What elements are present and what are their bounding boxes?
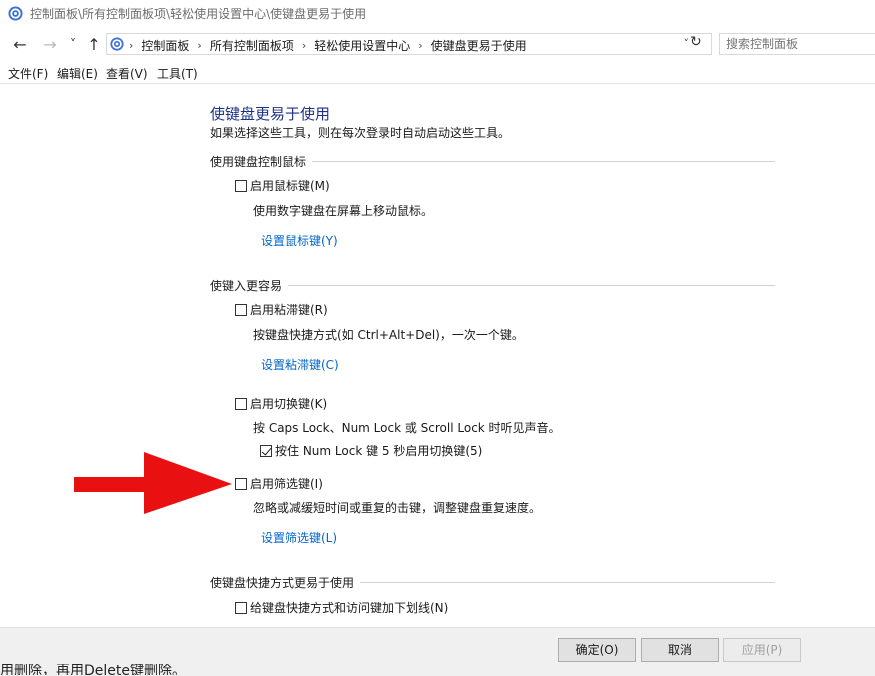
togglekeys-description: 按 Caps Lock、Num Lock 或 Scroll Lock 时听见声音… — [253, 421, 561, 435]
control-panel-icon — [110, 37, 124, 51]
red-arrow-icon — [74, 452, 232, 514]
left-window-edge — [0, 83, 2, 627]
menu-view[interactable]: 查看(V) — [106, 65, 148, 82]
menu-bar: 文件(F) 编辑(E) 查看(V) 工具(T) — [0, 63, 875, 84]
underline-shortcuts-label[interactable]: 给键盘快捷方式和访问键加下划线(N) — [250, 599, 448, 616]
address-dropdown-chevron-icon[interactable]: ˅ — [684, 37, 690, 50]
menu-edit[interactable]: 编辑(E) — [57, 65, 98, 82]
breadcrumb-ease-of-access[interactable]: 轻松使用设置中心 — [314, 37, 410, 54]
filterkeys-label[interactable]: 启用筛选键(I) — [250, 475, 323, 492]
numlock-togglekeys-label[interactable]: 按住 Num Lock 键 5 秒启用切换键(5) — [275, 442, 482, 459]
filterkeys-description: 忽略或减缓短时间或重复的击键，调整键盘重复速度。 — [253, 501, 542, 515]
cancel-button[interactable]: 取消 — [641, 638, 719, 662]
section-heading-mouse: 使用键盘控制鼠标 — [210, 153, 775, 169]
breadcrumb-keyboard[interactable]: 使键盘更易于使用 — [431, 37, 527, 54]
address-bar[interactable]: › 控制面板 › 所有控制面板项 › 轻松使用设置中心 › 使键盘更易于使用 ˅ — [106, 33, 712, 55]
search-input[interactable] — [726, 35, 866, 53]
mousekeys-description: 使用数字键盘在屏幕上移动鼠标。 — [253, 204, 434, 218]
numlock-togglekeys-checkbox[interactable] — [260, 444, 272, 457]
underline-shortcuts-checkbox[interactable] — [235, 601, 247, 614]
divider — [312, 160, 775, 162]
page-title: 使键盘更易于使用 — [210, 105, 331, 123]
togglekeys-checkbox[interactable] — [235, 397, 247, 410]
chevron-right-icon[interactable]: › — [418, 39, 422, 52]
stickykeys-option[interactable]: 启用粘滞键(R) — [235, 301, 328, 318]
mousekeys-checkbox[interactable] — [235, 179, 247, 192]
breadcrumb-control-panel[interactable]: 控制面板 — [141, 37, 189, 54]
divider — [288, 284, 775, 286]
chevron-right-icon[interactable]: › — [197, 39, 201, 52]
togglekeys-option[interactable]: 启用切换键(K) — [235, 395, 327, 412]
ok-button[interactable]: 确定(O) — [558, 638, 636, 662]
section-heading-text: 使用键盘控制鼠标 — [210, 154, 307, 169]
up-arrow-icon[interactable]: ↑ — [85, 34, 103, 54]
setup-stickykeys-link[interactable]: 设置粘滞键(C) — [261, 356, 339, 373]
stickykeys-label[interactable]: 启用粘滞键(R) — [250, 301, 328, 318]
filterkeys-option[interactable]: 启用筛选键(I) — [235, 475, 323, 492]
section-heading-shortcuts: 使键盘快捷方式更易于使用 — [210, 574, 775, 590]
control-panel-icon — [8, 6, 23, 21]
menu-file[interactable]: 文件(F) — [8, 65, 48, 82]
mousekeys-option[interactable]: 启用鼠标键(M) — [235, 177, 330, 194]
chevron-right-icon[interactable]: › — [302, 39, 306, 52]
setup-mousekeys-link[interactable]: 设置鼠标键(Y) — [261, 232, 338, 249]
breadcrumb-all-items[interactable]: 所有控制面板项 — [210, 37, 294, 54]
divider — [360, 581, 775, 583]
window-title: 控制面板\所有控制面板项\轻松使用设置中心\使键盘更易于使用 — [30, 7, 367, 21]
section-heading-text: 使键入更容易 — [210, 278, 283, 293]
apply-button[interactable]: 应用(P) — [723, 638, 801, 662]
breadcrumb: › 控制面板 › 所有控制面板项 › 轻松使用设置中心 › 使键盘更易于使用 — [129, 37, 527, 54]
menu-tools[interactable]: 工具(T) — [157, 65, 198, 82]
filterkeys-checkbox[interactable] — [235, 477, 247, 490]
setup-filterkeys-link[interactable]: 设置筛选键(L) — [261, 529, 337, 546]
title-bar: 控制面板\所有控制面板项\轻松使用设置中心\使键盘更易于使用 — [0, 0, 875, 27]
stickykeys-description: 按键盘快捷方式(如 Ctrl+Alt+Del)，一次一个键。 — [253, 328, 524, 342]
togglekeys-label[interactable]: 启用切换键(K) — [250, 395, 327, 412]
stickykeys-checkbox[interactable] — [235, 303, 247, 316]
navigation-bar: ← → ˅ ↑ › 控制面板 › 所有控制面板项 › 轻松使用设置中心 › 使键… — [0, 31, 875, 59]
chevron-right-icon[interactable]: › — [129, 39, 133, 52]
back-arrow-icon[interactable]: ← — [10, 34, 30, 54]
recent-locations-chevron-icon[interactable]: ˅ — [66, 34, 80, 54]
underline-shortcuts-option[interactable]: 给键盘快捷方式和访问键加下划线(N) — [235, 599, 448, 616]
section-heading-text: 使键盘快捷方式更易于使用 — [210, 575, 355, 590]
mousekeys-label[interactable]: 启用鼠标键(M) — [250, 177, 330, 194]
page-subtitle: 如果选择这些工具，则在每次登录时自动启动这些工具。 — [210, 126, 511, 140]
search-box[interactable] — [719, 33, 875, 55]
numlock-togglekeys-option[interactable]: 按住 Num Lock 键 5 秒启用切换键(5) — [260, 442, 482, 459]
forward-arrow-icon[interactable]: → — [40, 34, 60, 54]
refresh-icon[interactable]: ↻ — [690, 34, 702, 50]
background-window-text: 用删除，再用Delete键删除。 — [0, 664, 186, 675]
section-heading-typing: 使键入更容易 — [210, 277, 775, 293]
